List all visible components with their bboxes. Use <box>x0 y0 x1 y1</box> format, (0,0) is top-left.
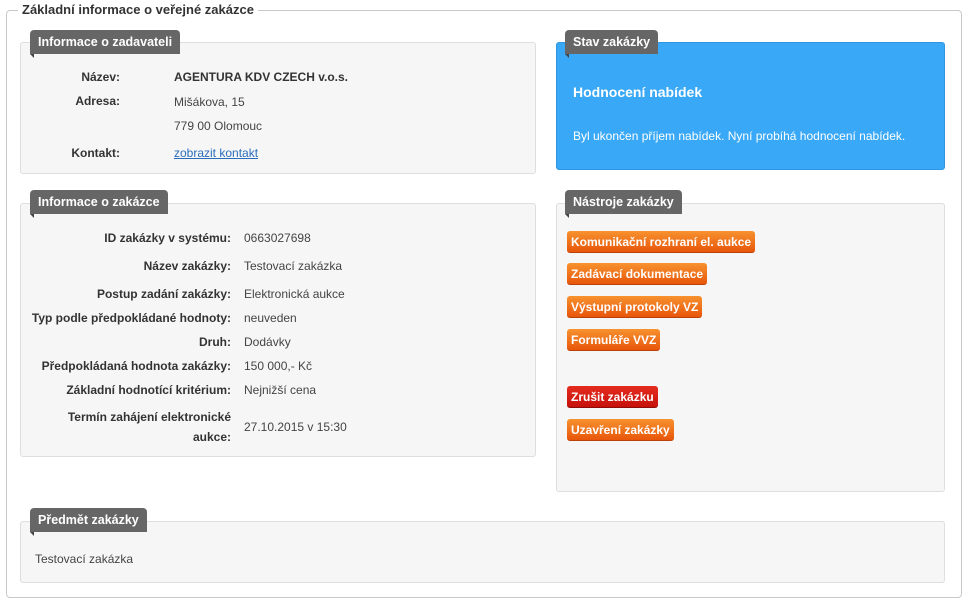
zakazka-row-label: Název zakázky: <box>143 259 231 273</box>
zadavatel-address-line1: Mišákova, 15 <box>174 95 245 109</box>
zakazka-row-label: Typ podle předpokládané hodnoty: <box>31 311 231 325</box>
zakazka-title: Informace o zakázce <box>30 190 168 218</box>
show-contact-link[interactable]: zobrazit kontakt <box>174 146 258 160</box>
zakazka-row-value: 150 000,- Kč <box>244 359 313 373</box>
predmet-panel <box>20 521 945 583</box>
predmet-title: Předmět zakázky <box>30 508 147 536</box>
status-heading: Hodnocení nabídek <box>573 84 703 100</box>
vvz-forms-button[interactable]: Formuláře VVZ <box>567 329 661 351</box>
zadavatel-address-label: Adresa: <box>75 94 120 108</box>
zadavatel-contact-label: Kontakt: <box>71 146 120 160</box>
zakazka-row-value: 27.10.2015 v 15:30 <box>244 420 347 434</box>
status-panel: Hodnocení nabídek Byl ukončen příjem nab… <box>556 42 945 170</box>
zakazka-row-value: Elektronická aukce <box>244 287 345 301</box>
zadavatel-address-line2: 779 00 Olomouc <box>174 119 263 133</box>
zakazka-row-value: neuveden <box>244 311 297 325</box>
zadavatel-name-label: Název: <box>81 70 120 84</box>
zakazka-row-label: aukce: <box>192 430 231 444</box>
zadavatel-name-value: AGENTURA KDV CZECH v.o.s. <box>174 70 349 84</box>
tools-title: Nástroje zakázky <box>565 190 682 218</box>
predmet-text: Testovací zakázka <box>35 552 134 566</box>
zakazka-row-value: 0663027698 <box>244 231 311 245</box>
fieldset-legend: Základní informace o veřejné zakázce <box>18 2 258 17</box>
cancel-tender-button[interactable]: Zrušit zakázku <box>567 386 658 408</box>
zakazka-row-label: Druh: <box>199 335 231 349</box>
zakazka-row-value: Dodávky <box>244 335 291 349</box>
output-protocols-button[interactable]: Výstupní protokoly VZ <box>567 296 703 318</box>
zakazka-row-label: Základní hodnotící kritérium: <box>66 383 231 397</box>
status-text: Byl ukončen příjem nabídek. Nyní probíhá… <box>573 129 906 143</box>
zakazka-row-label: Postup zadání zakázky: <box>96 287 231 301</box>
close-tender-button[interactable]: Uzavření zakázky <box>567 419 674 441</box>
status-title: Stav zakázky <box>565 30 659 58</box>
zakazka-row-label: Termín zahájení elektronické <box>67 410 231 424</box>
tender-documentation-button[interactable]: Zadávací dokumentace <box>567 263 708 285</box>
zakazka-row-label: ID zakázky v systému: <box>104 231 231 245</box>
zadavatel-title: Informace o zadavateli <box>30 30 181 58</box>
zakazka-row-value: Nejnižší cena <box>244 383 317 397</box>
zakazka-row-value: Testovací zakázka <box>244 259 343 273</box>
communication-interface-button[interactable]: Komunikační rozhraní el. aukce <box>567 231 756 253</box>
zakazka-row-label: Předpokládaná hodnota zakázky: <box>41 359 231 373</box>
